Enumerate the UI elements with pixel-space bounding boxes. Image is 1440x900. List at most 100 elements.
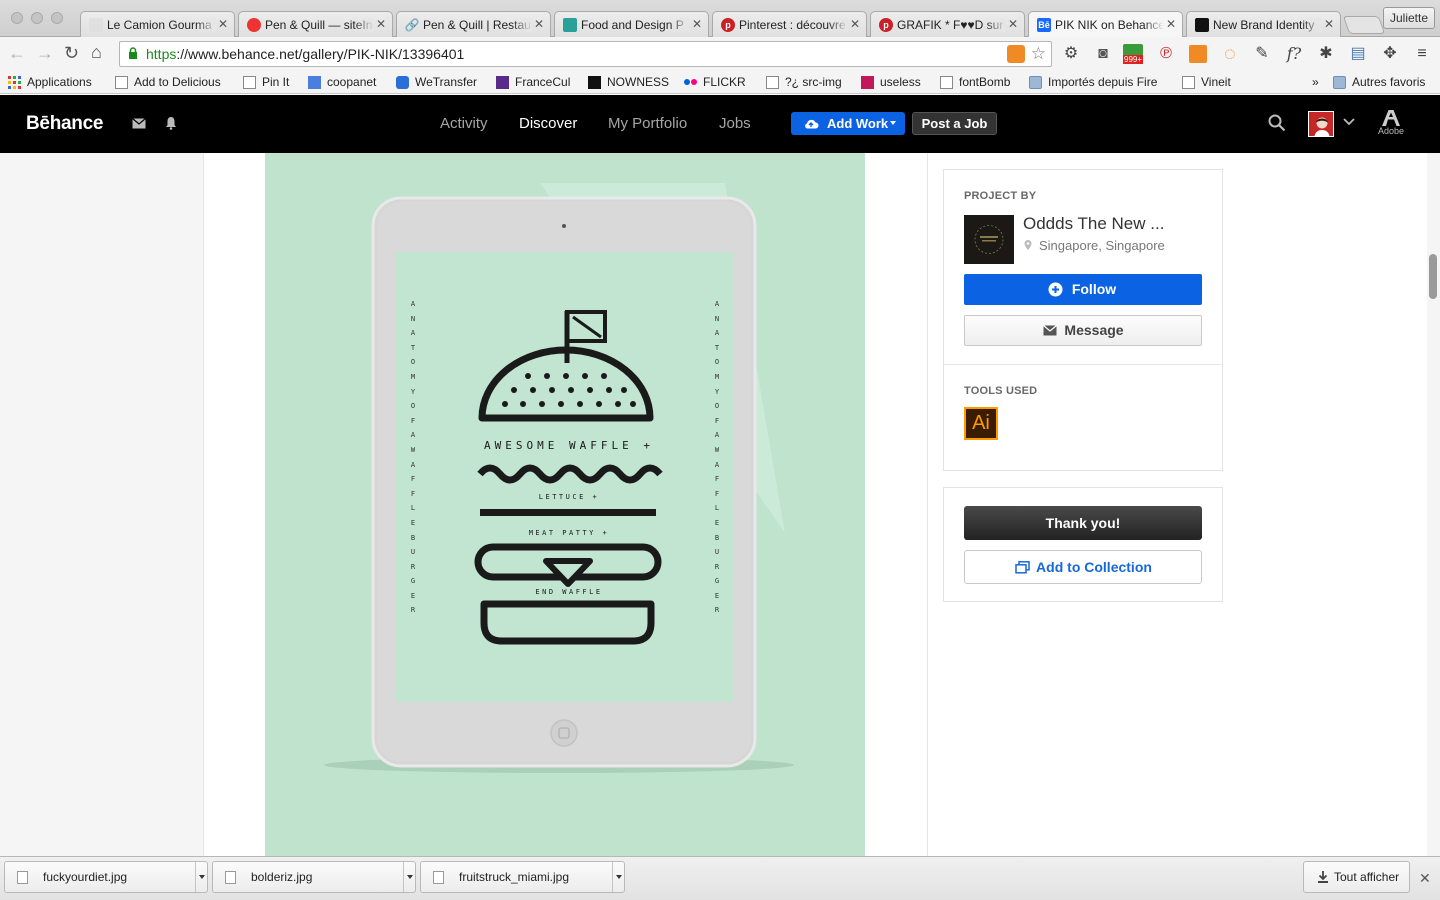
close-window-dot[interactable] [11,12,23,24]
reload-icon[interactable]: ↻ [64,43,79,63]
extension-badge-icon[interactable]: 999+ [1123,44,1144,64]
bookmark-fontbomb[interactable]: fontBomb [940,74,1010,90]
bookmark-folder-importes[interactable]: Importés depuis Fire [1029,74,1164,90]
chevron-down-icon[interactable] [403,862,415,892]
page-icon [243,75,256,89]
post-a-job-button[interactable]: Post a Job [912,112,997,135]
tab-pen-quill-restau[interactable]: 🔗 Pen & Quill | Restau ✕ [396,11,551,37]
bookmark-pin-it[interactable]: Pin It [243,74,289,90]
close-icon[interactable]: ✕ [1324,17,1334,31]
gear-icon[interactable]: ⚙ [1061,44,1081,64]
owner-name[interactable]: Oddds The New ... [1023,214,1164,234]
forward-icon[interactable]: → [36,43,54,63]
new-tab-button[interactable] [1342,16,1386,34]
move-icon[interactable]: ✥ [1380,44,1400,64]
oddds-logo-icon [974,225,1004,254]
tab-pik-nik-behance[interactable]: Bē PIK NIK on Behance ✕ [1028,11,1183,37]
tab-pen-quill-sitein[interactable]: Pen & Quill — siteIn ✕ [238,11,393,37]
behance-logo[interactable]: Bēhance [26,113,103,135]
tab-food-design[interactable]: Food and Design P ✕ [554,11,709,37]
mail-icon[interactable] [132,118,146,129]
chevron-down-icon[interactable] [612,862,624,892]
window-icon[interactable]: ▤ [1348,44,1368,64]
dropper-icon[interactable]: ✎ [1252,44,1272,64]
chevron-down-icon[interactable] [1343,118,1355,126]
power-icon[interactable]: ◌ [1220,44,1240,64]
side-text-left: ANATOMY OF A WAFFLE BURGER [410,300,416,615]
chart-icon[interactable] [1188,44,1208,64]
nav-discover[interactable]: Discover [519,115,577,132]
bookmark-wetransfer[interactable]: WeTransfer [396,74,477,90]
bookmark-coopanet[interactable]: coopanet [308,74,376,90]
close-icon[interactable]: ✕ [692,17,702,31]
chevron-down-icon[interactable] [195,862,207,892]
thank-you-button[interactable]: Thank you! [964,506,1202,540]
nav-jobs[interactable]: Jobs [719,115,751,132]
pinterest-icon: p [721,17,735,32]
menu-icon[interactable]: ≡ [1412,44,1432,64]
plus-circle-icon [1048,282,1063,297]
bookmark-add-to-delicious[interactable]: Add to Delicious [115,74,221,90]
page-icon [1182,75,1195,89]
bookmarks-overflow-button[interactable]: » [1312,74,1319,90]
add-to-collection-button[interactable]: Add to Collection [964,550,1202,584]
tab-new-brand-identity[interactable]: New Brand Identity ✕ [1186,11,1341,37]
download-item[interactable]: bolderiz.jpg [212,861,416,893]
bookmark-useless[interactable]: useless [861,74,921,90]
owner-location[interactable]: Singapore, Singapore [1039,238,1165,253]
download-item[interactable]: fruitstruck_miami.jpg [420,861,625,893]
black-square-icon [1195,17,1209,32]
pinterest-icon[interactable]: ℗ [1156,44,1176,64]
page-icon [940,75,953,89]
nav-my-portfolio[interactable]: My Portfolio [608,115,687,132]
owner-avatar[interactable] [964,215,1014,264]
back-icon[interactable]: ← [8,43,26,63]
circle-red-icon [247,17,261,32]
follow-button[interactable]: Follow [964,274,1202,305]
bell-icon[interactable] [165,116,177,130]
side-text-right: ANATOMY OF A WAFFLE BURGER [714,300,720,615]
home-icon[interactable]: ⌂ [91,42,102,62]
close-icon[interactable]: ✕ [534,17,544,31]
illustrator-icon[interactable]: Ai [964,407,998,440]
chevron-down-icon [890,121,896,125]
bookmark-francecul[interactable]: FranceCul [496,74,570,90]
tab-pinterest[interactable]: p Pinterest : découvre ✕ [712,11,867,37]
tab-le-camion[interactable]: Le Camion Gourma ✕ [80,11,235,37]
star-icon[interactable]: ☆ [1031,42,1046,66]
close-icon[interactable]: ✕ [1419,870,1431,887]
bookmark-applications[interactable]: Applications [8,74,92,90]
font-identify-icon[interactable]: f? [1284,44,1304,64]
bookmark-flickr[interactable]: FLICKR [684,74,746,90]
add-work-button[interactable]: Add Work [791,112,905,135]
message-button[interactable]: Message [964,315,1202,346]
bug-icon[interactable]: ✱ [1316,44,1336,64]
rss-icon[interactable] [1007,45,1025,63]
artwork-patty-label: MEAT PATTY + [528,529,610,537]
profile-button[interactable]: Juliette [1383,7,1435,29]
close-icon[interactable]: ✕ [1008,17,1018,31]
download-item[interactable]: fuckyourdiet.jpg [4,861,208,893]
nowness-icon [588,75,601,89]
bookmark-vineit[interactable]: Vineit [1182,74,1231,90]
bookmark-src-img[interactable]: ?¿ src-img [766,74,842,90]
show-all-downloads-button[interactable]: Tout afficher [1303,861,1410,893]
close-icon[interactable]: ✕ [1166,17,1176,31]
bookmark-nowness[interactable]: NOWNESS [588,74,669,90]
minimize-window-dot[interactable] [31,12,43,24]
adobe-link[interactable]: Adobe [1376,110,1406,136]
close-icon[interactable]: ✕ [850,17,860,31]
bookmark-folder-autres-favoris[interactable]: Autres favoris [1333,74,1425,90]
close-icon[interactable]: ✕ [218,17,228,31]
waffle-burger-illustration [474,310,663,645]
nav-activity[interactable]: Activity [440,115,488,132]
location-pin-icon [1024,240,1032,250]
close-icon[interactable]: ✕ [376,17,386,31]
pocket-icon[interactable]: ◙ [1093,44,1113,64]
zoom-window-dot[interactable] [51,12,63,24]
tab-grafik-food[interactable]: p GRAFIK * F♥♥D sur ✕ [870,11,1025,37]
scrollbar-thumb[interactable] [1429,254,1437,299]
address-bar[interactable]: https://www.behance.net/gallery/PIK-NIK/… [119,41,1052,67]
avatar[interactable] [1308,111,1334,137]
search-icon[interactable] [1268,114,1286,132]
